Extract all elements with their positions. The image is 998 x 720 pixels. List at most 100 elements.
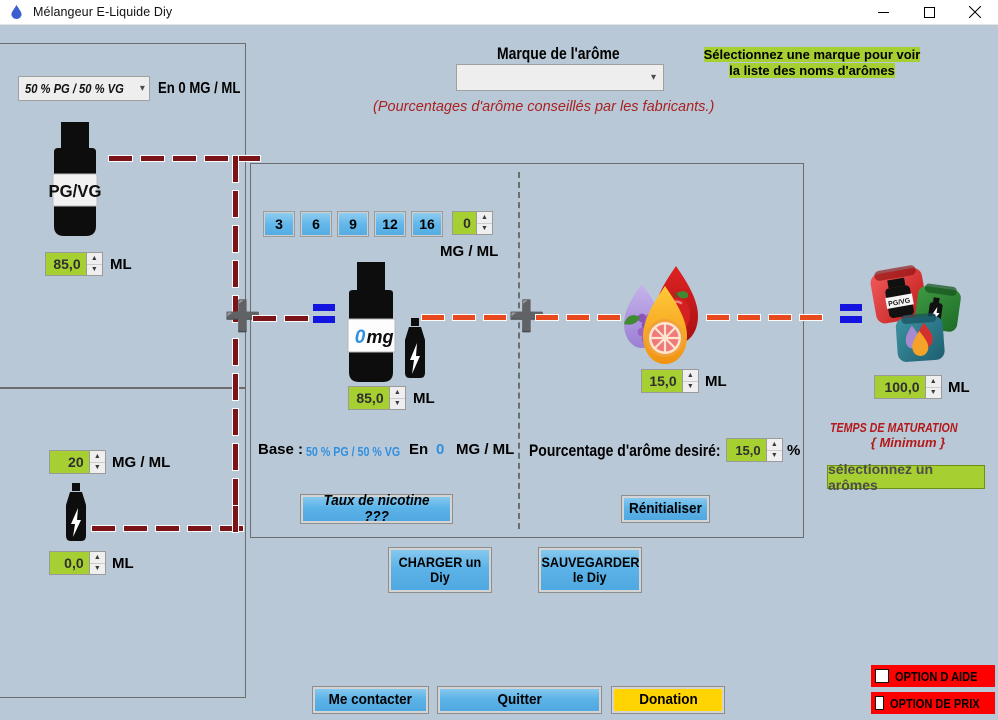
base-line-mg: 0 xyxy=(436,441,445,458)
maturation-title: TEMPS DE MATURATION { Minimum } xyxy=(825,420,991,451)
aroma-ml-spin-buttons[interactable]: ▲ ▼ xyxy=(681,370,698,392)
nicotine-preset-16[interactable]: 16 xyxy=(411,211,443,237)
option-aide-label: OPTION D AIDE xyxy=(895,668,978,684)
pgvg-suffix-label: En 0 MG / ML xyxy=(158,80,241,97)
option-prix-checkbox-row[interactable]: OPTION DE PRIX xyxy=(871,692,995,714)
total-ml-unit: ML xyxy=(948,379,970,396)
nicotine-ml-spin-buttons[interactable]: ▲ ▼ xyxy=(88,552,105,574)
aroma-percent-unit: % xyxy=(787,442,801,459)
pgvg-ml-spin-buttons[interactable]: ▲ ▼ xyxy=(85,253,102,275)
nicotine-preset-9[interactable]: 9 xyxy=(337,211,369,237)
total-ml-stepper[interactable]: 100,0 ▲ ▼ xyxy=(874,375,942,399)
result-cubes-icon: PG/VG xyxy=(870,265,961,362)
base-ml-spin-buttons[interactable]: ▲ ▼ xyxy=(388,387,405,409)
manufacturer-note: (Pourcentages d'arôme conseillés par les… xyxy=(373,99,715,115)
nicotine-preset-3[interactable]: 3 xyxy=(263,211,295,237)
base-line-unit: MG / ML xyxy=(456,441,515,458)
connector-dash xyxy=(91,525,116,532)
chevron-down-icon: ▾ xyxy=(650,72,656,83)
quit-button-label: Quitter xyxy=(497,691,542,709)
maximize-icon[interactable] xyxy=(906,0,952,25)
aroma-ml-value: 15,0 xyxy=(642,370,682,392)
connector-dash-orange xyxy=(768,314,792,321)
base-nicotine-bottle-icon xyxy=(405,318,425,378)
load-diy-button[interactable]: CHARGER un Diy xyxy=(388,547,492,593)
connector-dash-orange xyxy=(737,314,761,321)
nicotine-ml-value: 0,0 xyxy=(50,552,89,574)
nicotine-target-spin-buttons[interactable]: ▲ ▼ xyxy=(475,212,492,234)
connector-dash xyxy=(284,315,309,322)
brand-select[interactable]: ▾ xyxy=(456,64,664,91)
connector-dash xyxy=(108,155,133,162)
minimize-icon[interactable] xyxy=(860,0,906,25)
reset-button-label: Rénitialiser xyxy=(629,500,702,518)
nicotine-target-stepper[interactable]: 0 ▲ ▼ xyxy=(452,211,493,235)
connector-dash xyxy=(232,260,239,288)
nicotine-preset-6[interactable]: 6 xyxy=(300,211,332,237)
reset-button[interactable]: Rénitialiser xyxy=(621,495,710,523)
load-diy-line-1: CHARGER un xyxy=(398,554,482,571)
nicotine-ml-stepper[interactable]: 0,0 ▲ ▼ xyxy=(49,551,106,575)
center-divider xyxy=(518,172,520,529)
connector-dash xyxy=(236,155,261,162)
connector-dash xyxy=(232,478,239,506)
connector-dash-orange xyxy=(597,314,621,321)
nicotine-rate-button-label: Taux de nicotine ??? xyxy=(323,492,430,525)
option-aide-checkbox[interactable] xyxy=(875,669,889,683)
base-ml-stepper[interactable]: 85,0 ▲ ▼ xyxy=(348,386,406,410)
nicotine-target-value: 0 xyxy=(453,212,476,234)
connector-dash xyxy=(252,315,277,322)
connector-dash-orange xyxy=(452,314,476,321)
nicotine-mgml-value: 20 xyxy=(50,451,89,473)
connector-dash xyxy=(232,338,239,366)
pgvg-bottle-icon: PG/VG xyxy=(48,122,101,236)
connector-dash xyxy=(172,155,197,162)
option-aide-checkbox-row[interactable]: OPTION D AIDE xyxy=(871,665,995,687)
save-diy-line-2: le Diy xyxy=(573,569,607,585)
pgvg-ratio-value: 50 % PG / 50 % VG xyxy=(25,81,124,96)
nicotine-rate-button[interactable]: Taux de nicotine ??? xyxy=(300,492,453,525)
svg-text:0: 0 xyxy=(355,327,366,348)
nicotine-panel xyxy=(0,388,246,698)
total-ml-spin-buttons[interactable]: ▲ ▼ xyxy=(924,376,941,398)
nicotine-mgml-spin-buttons[interactable]: ▲ ▼ xyxy=(88,451,105,473)
brand-label: Marque de l'arôme xyxy=(497,44,620,63)
pgvg-ratio-select[interactable]: 50 % PG / 50 % VG ▾ xyxy=(18,76,150,101)
connector-dash-orange xyxy=(535,314,559,321)
svg-text:mg: mg xyxy=(367,327,394,347)
donation-button[interactable]: Donation xyxy=(611,686,725,714)
save-diy-button[interactable]: SAUVEGARDER le Diy xyxy=(538,547,642,593)
aroma-percent-label: Pourcentage d'arôme desiré: xyxy=(529,441,721,460)
mix-panel xyxy=(250,163,804,538)
option-prix-checkbox[interactable] xyxy=(875,696,884,710)
contact-button[interactable]: Me contacter xyxy=(312,686,429,714)
connector-dash xyxy=(232,155,239,183)
base-ml-value: 85,0 xyxy=(349,387,389,409)
svg-text:PG/VG: PG/VG xyxy=(48,180,101,201)
maturation-value: sélectionnez un arômes xyxy=(827,461,985,493)
quit-button[interactable]: Quitter xyxy=(437,686,602,714)
connector-dash xyxy=(155,525,180,532)
connector-dash xyxy=(232,190,239,218)
connector-dash xyxy=(140,155,165,162)
brand-advice-line1: Sélectionnez une marque pour voir xyxy=(703,47,921,62)
brand-advice: Sélectionnez une marque pour voir la lis… xyxy=(697,47,927,80)
connector-dash xyxy=(232,408,239,436)
pgvg-ml-stepper[interactable]: 85,0 ▲ ▼ xyxy=(45,252,103,276)
base-line-ratio: 50 % PG / 50 % VG xyxy=(306,444,401,459)
window-title: Mélangeur E-Liquide Diy xyxy=(33,5,173,19)
connector-dash-orange xyxy=(706,314,730,321)
nicotine-preset-12[interactable]: 12 xyxy=(374,211,406,237)
base-bottle-icon: 0 mg xyxy=(347,262,396,382)
nicotine-mgml-stepper[interactable]: 20 ▲ ▼ xyxy=(49,450,106,474)
close-icon[interactable] xyxy=(952,0,998,25)
equals-operator-left xyxy=(313,304,335,324)
aroma-percent-spin-buttons[interactable]: ▲ ▼ xyxy=(765,439,782,461)
total-ml-value: 100,0 xyxy=(875,376,925,398)
connector-dash xyxy=(204,155,229,162)
connector-dash-orange xyxy=(566,314,590,321)
aroma-percent-stepper[interactable]: 15,0 ▲ ▼ xyxy=(726,438,783,462)
aroma-ml-stepper[interactable]: 15,0 ▲ ▼ xyxy=(641,369,699,393)
contact-button-label: Me contacter xyxy=(328,691,413,709)
connector-dash xyxy=(232,505,239,533)
